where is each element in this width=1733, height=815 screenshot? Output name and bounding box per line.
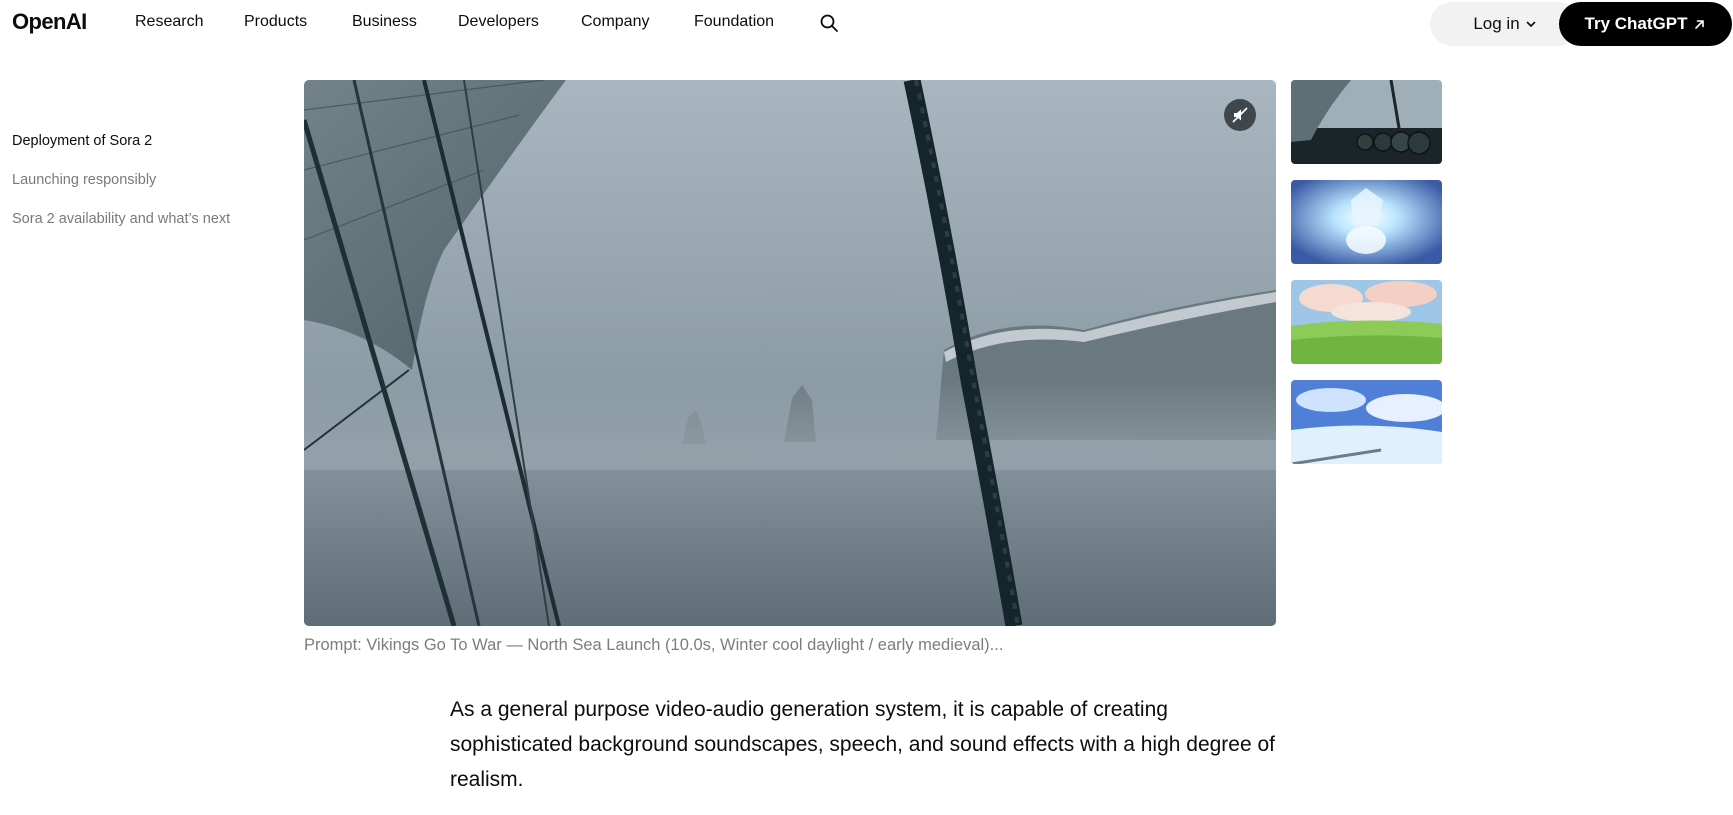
nav-research[interactable]: Research [135, 13, 203, 31]
glowing-anime-figure-thumbnail[interactable] [1291, 180, 1442, 264]
nav-company[interactable]: Company [581, 13, 649, 31]
video-caption: Prompt: Vikings Go To War — North Sea La… [304, 636, 1004, 654]
toc-item-launching-responsibly[interactable]: Launching responsibly [12, 172, 156, 188]
bright-sky-clouds-thumbnail-image [1291, 380, 1442, 464]
muted-speaker-icon[interactable] [1224, 99, 1256, 131]
grassy-field-sky-thumbnail[interactable] [1291, 280, 1442, 364]
try-chatgpt-label: Try ChatGPT [1584, 14, 1688, 33]
grassy-field-sky-thumbnail-image [1291, 280, 1442, 364]
nav-products[interactable]: Products [244, 13, 307, 31]
video-frame-image [304, 80, 1276, 626]
toc-item-deployment[interactable]: Deployment of Sora 2 [12, 133, 152, 149]
nav-business[interactable]: Business [352, 13, 417, 31]
arrow-up-right-icon [1695, 19, 1705, 29]
toc-item-availability[interactable]: Sora 2 availability and what’s next [12, 211, 230, 227]
login-button[interactable]: Log in [1430, 2, 1580, 46]
bright-sky-clouds-thumbnail[interactable] [1291, 380, 1442, 464]
search-icon[interactable] [819, 13, 839, 33]
mute-glyph [1232, 107, 1248, 123]
viking-ship-thumbnail-image [1291, 80, 1442, 164]
login-label: Log in [1473, 14, 1520, 33]
nav-foundation[interactable]: Foundation [694, 13, 774, 31]
openai-logo[interactable]: OpenAI [12, 9, 87, 35]
nav-developers[interactable]: Developers [458, 13, 539, 31]
glowing-anime-figure-thumbnail-image [1291, 180, 1442, 264]
body-paragraph: As a general purpose video-audio generat… [450, 698, 1276, 791]
viking-ship-thumbnail[interactable] [1291, 80, 1442, 164]
video-player[interactable] [304, 80, 1276, 626]
try-chatgpt-button[interactable]: Try ChatGPT [1559, 2, 1732, 46]
chevron-down-icon [1526, 21, 1535, 27]
